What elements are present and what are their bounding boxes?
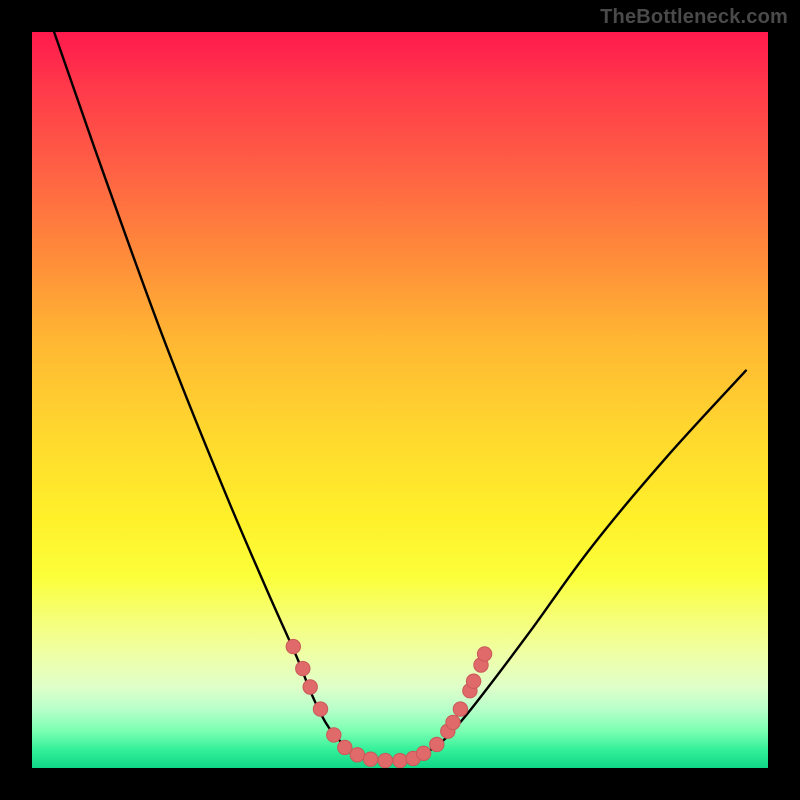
curve-marker bbox=[477, 647, 491, 661]
curve-layer bbox=[32, 32, 768, 768]
plot-area bbox=[32, 32, 768, 768]
curve-marker bbox=[466, 674, 480, 688]
bottleneck-curve bbox=[54, 32, 746, 761]
curve-marker bbox=[286, 639, 300, 653]
curve-marker bbox=[338, 740, 352, 754]
curve-marker bbox=[393, 753, 407, 767]
curve-marker bbox=[350, 748, 364, 762]
curve-marker bbox=[296, 661, 310, 675]
curve-marker bbox=[378, 753, 392, 767]
chart-frame: TheBottleneck.com bbox=[0, 0, 800, 800]
curve-marker bbox=[446, 715, 460, 729]
curve-marker bbox=[313, 702, 327, 716]
watermark-text: TheBottleneck.com bbox=[600, 6, 788, 29]
curve-markers bbox=[286, 639, 492, 767]
curve-marker bbox=[327, 728, 341, 742]
curve-marker bbox=[453, 702, 467, 716]
curve-marker bbox=[430, 737, 444, 751]
curve-marker bbox=[303, 680, 317, 694]
curve-marker bbox=[363, 752, 377, 766]
curve-marker bbox=[416, 746, 430, 760]
